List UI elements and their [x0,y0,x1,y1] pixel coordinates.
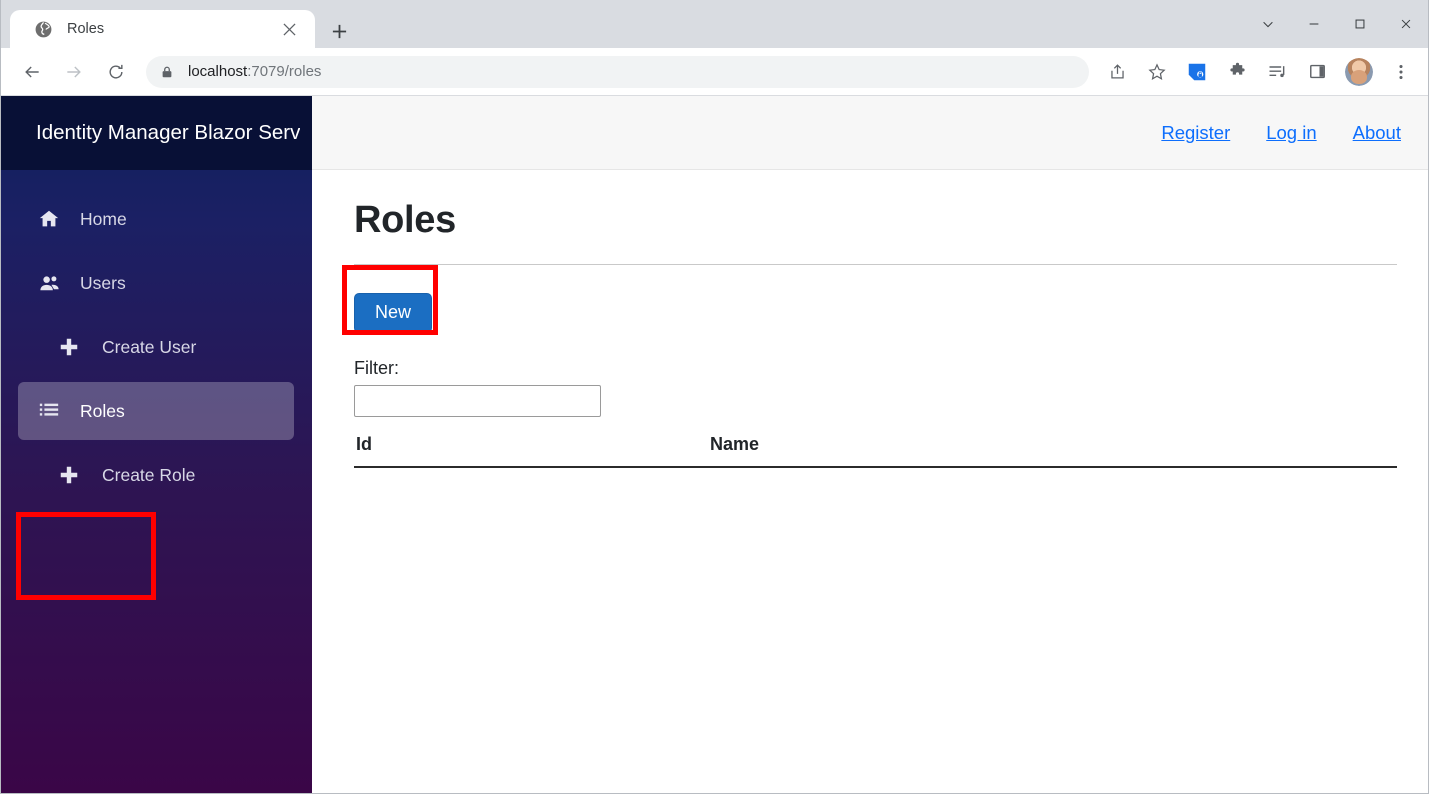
table-header-row: Id Name [354,429,1397,468]
about-link[interactable]: About [1353,122,1401,144]
brand-bar[interactable]: Identity Manager Blazor Serv [0,96,312,170]
globe-icon [34,20,53,39]
reload-icon[interactable] [98,54,134,90]
window-close-icon[interactable] [1383,2,1429,46]
sidebar-item-create-role[interactable]: Create Role [18,446,294,504]
secure-extension-icon[interactable] [1181,56,1213,88]
home-icon [34,208,64,230]
url-path: :7079/roles [247,63,322,80]
window-controls [1245,0,1429,48]
register-link[interactable]: Register [1161,122,1230,144]
new-tab-button[interactable] [324,16,354,46]
sidebar-item-label: Home [80,208,127,229]
roles-table-head: Id Name [354,429,1397,468]
sidebar-item-create-user[interactable]: Create User [18,318,294,376]
top-nav-bar: Register Log in About [312,96,1429,170]
sidebar-item-users[interactable]: Users [18,254,294,312]
plus-icon [54,464,84,486]
column-header-name: Name [710,429,1397,468]
new-button[interactable]: New [354,293,433,333]
filter-label: Filter: [354,357,399,378]
browser-window: Roles localhost:7079/roles Identity Mana… [0,0,1429,794]
sidebar-item-label: Create User [102,336,197,357]
browser-tab[interactable]: Roles [10,10,315,48]
url-text: localhost:7079/roles [188,63,321,80]
minimize-icon[interactable] [1291,2,1337,46]
brand-title: Identity Manager Blazor Serv [36,121,301,144]
page-viewport: Identity Manager Blazor Serv Home Users … [0,96,1429,794]
maximize-icon[interactable] [1337,2,1383,46]
browser-titlebar: Roles [0,0,1429,48]
main-content: Roles New Filter: Id Name [312,171,1429,794]
tab-close-icon[interactable] [277,17,301,41]
address-bar[interactable]: localhost:7079/roles [146,55,1089,88]
sidebar-nav: Home Users Create User Roles Create Role [0,170,312,504]
roles-table: Id Name [354,429,1397,468]
sidebar: Identity Manager Blazor Serv Home Users … [0,96,312,794]
title-divider [354,264,1397,265]
star-icon[interactable] [1141,56,1173,88]
list-icon [34,400,64,422]
share-icon[interactable] [1101,56,1133,88]
puzzle-piece-icon[interactable] [1221,56,1253,88]
sidebar-item-label: Roles [80,400,125,421]
users-icon [34,272,64,295]
back-arrow-icon[interactable] [14,54,50,90]
column-header-id: Id [354,429,710,468]
sidebar-item-label: Users [80,272,126,293]
playlist-icon[interactable] [1261,56,1293,88]
sidebar-item-home[interactable]: Home [18,190,294,248]
plus-icon [54,336,84,358]
url-host: localhost [188,63,248,80]
sidebar-item-roles[interactable]: Roles [18,382,294,440]
avatar[interactable] [1345,57,1373,86]
login-link[interactable]: Log in [1266,122,1316,144]
sidebar-item-label: Create Role [102,464,196,485]
lock-icon [160,65,174,79]
forward-arrow-icon[interactable] [56,54,92,90]
tab-title: Roles [67,21,105,37]
three-dot-menu-icon[interactable] [1385,56,1417,88]
side-panel-icon[interactable] [1301,56,1333,88]
browser-toolbar: localhost:7079/roles [0,48,1429,96]
page-title: Roles [354,199,456,241]
filter-input[interactable] [354,384,601,417]
tab-search-chevron-down-icon[interactable] [1245,2,1291,46]
toolbar-actions [1097,56,1429,88]
